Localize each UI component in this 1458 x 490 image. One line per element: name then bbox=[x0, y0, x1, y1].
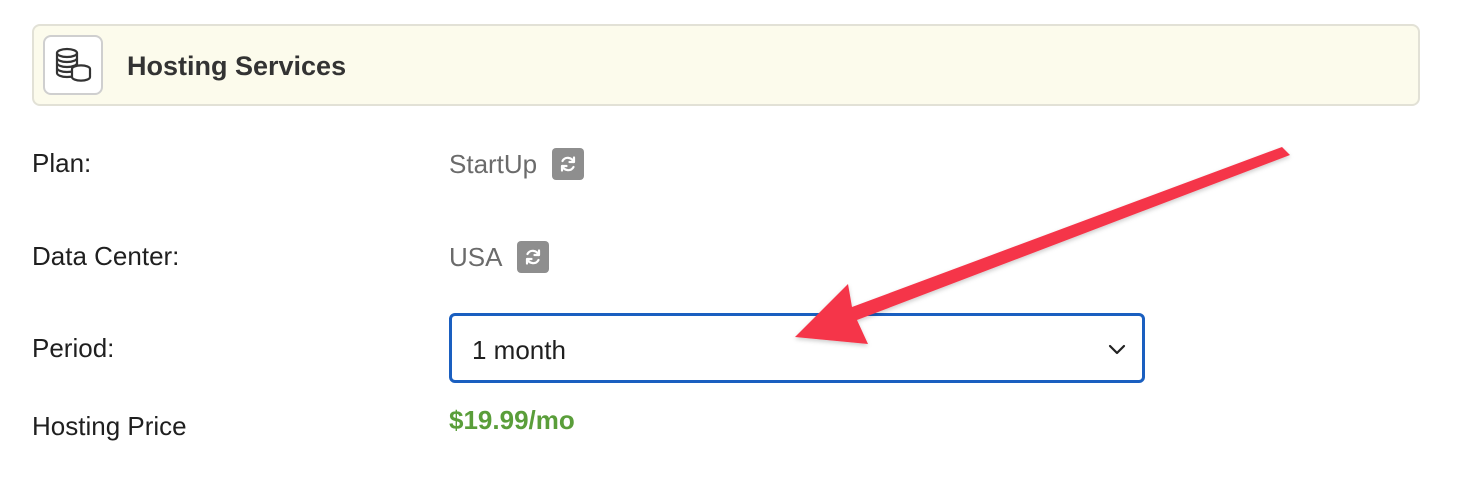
period-label: Period: bbox=[32, 333, 115, 363]
hosting-price-value: $19.99/mo bbox=[449, 405, 575, 435]
data-center-label: Data Center: bbox=[32, 241, 180, 271]
data-center-value-group: USA bbox=[449, 241, 550, 273]
plan-value: StartUp bbox=[449, 149, 538, 179]
hosting-services-page: Hosting Services Plan: StartUp Data Cent… bbox=[0, 0, 1458, 490]
refresh-icon bbox=[526, 249, 541, 265]
data-center-value: USA bbox=[449, 242, 503, 272]
section-title: Hosting Services bbox=[127, 51, 347, 81]
chevron-down-icon bbox=[1108, 344, 1126, 355]
change-plan-button[interactable] bbox=[552, 148, 585, 180]
plan-value-group: StartUp bbox=[449, 148, 585, 180]
refresh-icon bbox=[561, 156, 576, 172]
hosting-price-label: Hosting Price bbox=[32, 411, 187, 441]
section-header: Hosting Services bbox=[32, 24, 1420, 106]
change-data-center-button[interactable] bbox=[517, 241, 550, 273]
period-select[interactable]: 1 month bbox=[449, 313, 1145, 383]
coins-stack-icon bbox=[43, 35, 103, 95]
plan-label: Plan: bbox=[32, 148, 92, 178]
period-selected-value: 1 month bbox=[472, 335, 566, 365]
